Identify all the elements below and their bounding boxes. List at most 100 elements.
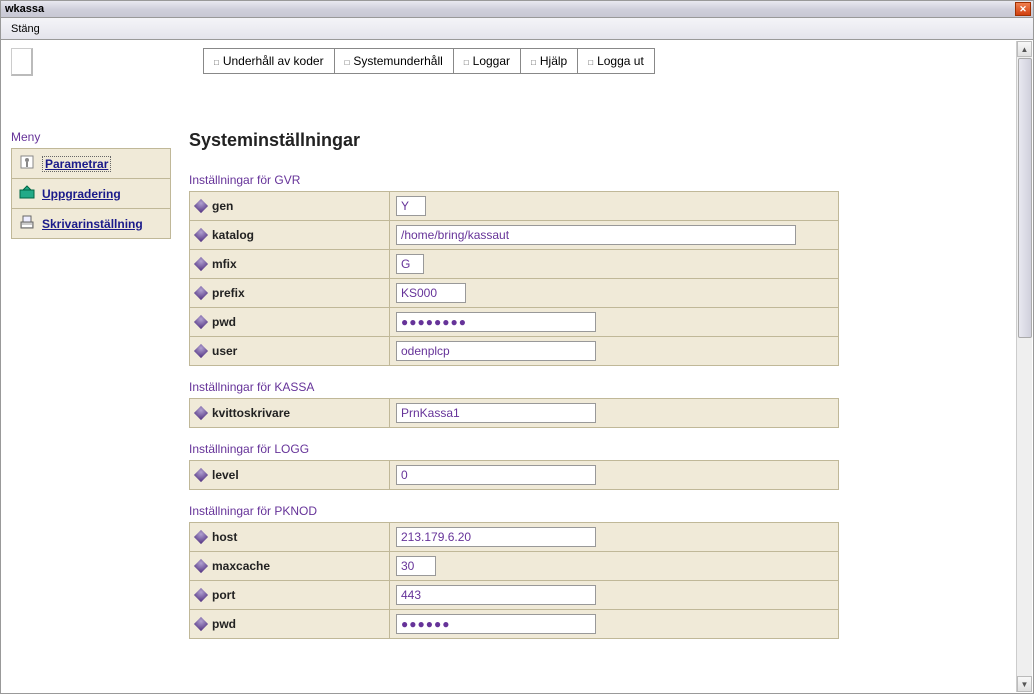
label-cell: maxcache [190, 552, 390, 581]
maxcache-input[interactable] [396, 556, 436, 576]
host-input[interactable] [396, 527, 596, 547]
value-cell [390, 461, 839, 490]
sidebar-item-skrivarinställning[interactable]: Skrivarinställning [11, 209, 171, 239]
topnav-item-2[interactable]: □ Loggar [453, 49, 520, 74]
bullet-icon: □ [464, 58, 469, 67]
value-cell [390, 581, 839, 610]
value-cell [390, 399, 839, 428]
value-cell [390, 192, 839, 221]
field-label: pwd [212, 617, 236, 631]
diamond-icon [194, 315, 208, 329]
sidebar-item-uppgradering[interactable]: Uppgradering [11, 179, 171, 209]
field-label: gen [212, 199, 233, 213]
page: Systeminställningar Inställningar för GV… [189, 130, 1027, 639]
form-table: kvittoskrivare [189, 398, 839, 428]
topnav-label: Logga ut [597, 54, 644, 68]
field-label: pwd [212, 315, 236, 329]
diamond-icon [194, 588, 208, 602]
prefix-input[interactable] [396, 283, 466, 303]
diamond-icon [194, 406, 208, 420]
scroll-up-icon[interactable]: ▲ [1017, 41, 1032, 57]
value-cell [390, 221, 839, 250]
label-cell: level [190, 461, 390, 490]
label-cell: port [190, 581, 390, 610]
diamond-icon [194, 344, 208, 358]
scrollbar[interactable]: ▲ ▼ [1016, 41, 1032, 692]
bullet-icon: □ [531, 58, 536, 67]
value-cell [390, 279, 839, 308]
sidebar-title: Meny [11, 130, 171, 144]
topnav-item-4[interactable]: □ Logga ut [578, 49, 655, 74]
menubar: Stäng [0, 18, 1034, 40]
page-title: Systeminställningar [189, 130, 1027, 151]
field-label: level [212, 468, 239, 482]
bullet-icon: □ [345, 58, 350, 67]
window-title: wkassa [5, 3, 44, 15]
label-cell: pwd [190, 610, 390, 639]
table-row: pwd [190, 610, 839, 639]
bullet-icon: □ [214, 58, 219, 67]
value-cell [390, 337, 839, 366]
pwd-input[interactable] [396, 312, 596, 332]
level-input[interactable] [396, 465, 596, 485]
diamond-icon [194, 468, 208, 482]
value-cell [390, 308, 839, 337]
diamond-icon [194, 286, 208, 300]
table-row: host [190, 523, 839, 552]
sidebar: Meny Parametrar Uppgradering Skrivarinstäl… [11, 130, 171, 239]
form-table: host maxcache port pwd [189, 522, 839, 639]
label-cell: kvittoskrivare [190, 399, 390, 428]
topnav-label: Loggar [473, 54, 510, 68]
top-strip: □Underhåll av koder□Systemunderhåll□Logg… [1, 40, 1033, 76]
katalog-input[interactable] [396, 225, 796, 245]
topnav-item-1[interactable]: □Systemunderhåll [334, 49, 453, 74]
topnav-item-0[interactable]: □ Underhåll av koder [204, 49, 335, 74]
label-cell: gen [190, 192, 390, 221]
table-row: gen [190, 192, 839, 221]
mfix-input[interactable] [396, 254, 424, 274]
label-cell: mfix [190, 250, 390, 279]
content-area: □Underhåll av koder□Systemunderhåll□Logg… [0, 40, 1034, 694]
diamond-icon [194, 199, 208, 213]
gen-input[interactable] [396, 196, 426, 216]
scroll-down-icon[interactable]: ▼ [1017, 676, 1032, 692]
sidebar-item-label: Uppgradering [42, 187, 121, 201]
topnav-label: Hjälp [540, 54, 567, 68]
form-table: gen katalog mfix prefix pwd user [189, 191, 839, 366]
sidebar-item-label: Skrivarinställning [42, 217, 143, 231]
section-title: Inställningar för LOGG [189, 442, 1027, 456]
user-input[interactable] [396, 341, 596, 361]
menu-close[interactable]: Stäng [5, 21, 46, 37]
topnav-label: Underhåll av koder [223, 54, 324, 68]
value-cell [390, 610, 839, 639]
scroll-thumb[interactable] [1018, 58, 1032, 338]
table-row: mfix [190, 250, 839, 279]
field-label: maxcache [212, 559, 270, 573]
field-label: katalog [212, 228, 254, 242]
table-row: maxcache [190, 552, 839, 581]
blank-page-icon [11, 48, 33, 76]
form-table: level [189, 460, 839, 490]
label-cell: katalog [190, 221, 390, 250]
section-title: Inställningar för GVR [189, 173, 1027, 187]
field-label: prefix [212, 286, 245, 300]
diamond-icon [194, 617, 208, 631]
label-cell: user [190, 337, 390, 366]
table-row: user [190, 337, 839, 366]
value-cell [390, 523, 839, 552]
table-row: pwd [190, 308, 839, 337]
kvittoskrivare-input[interactable] [396, 403, 596, 423]
field-label: port [212, 588, 235, 602]
bullet-icon: □ [588, 58, 593, 67]
sidebar-item-parametrar[interactable]: Parametrar [11, 148, 171, 179]
topnav-item-3[interactable]: □ Hjälp [521, 49, 578, 74]
pwd-input[interactable] [396, 614, 596, 634]
titlebar: wkassa ✕ [0, 0, 1034, 18]
value-cell [390, 250, 839, 279]
diamond-icon [194, 530, 208, 544]
port-input[interactable] [396, 585, 596, 605]
label-cell: pwd [190, 308, 390, 337]
top-nav: □Underhåll av koder□Systemunderhåll□Logg… [203, 48, 655, 74]
sidebar-item-label: Parametrar [42, 156, 111, 172]
close-icon[interactable]: ✕ [1015, 2, 1031, 16]
